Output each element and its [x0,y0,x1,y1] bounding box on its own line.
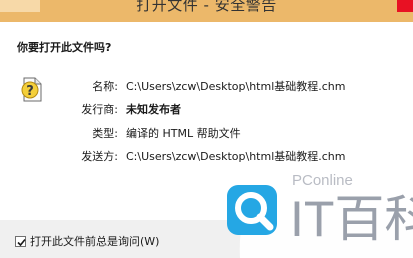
info-label-from: 发送方: [81,150,118,163]
always-ask-checkbox-label: 打开此文件前总是询问(W) [30,235,160,248]
close-button[interactable] [397,0,413,12]
title-bar[interactable]: 打开文件 - 安全警告 [0,0,413,22]
prompt-question: 你要打开此文件吗? [17,41,112,54]
info-value-name: C:\Users\zcw\Desktop\html基础教程.chm [126,80,346,93]
always-ask-checkbox[interactable] [15,235,26,247]
watermark: PConline IT百科 [210,158,413,258]
checkmark-icon [17,238,26,246]
search-magnifier-logo-icon [227,185,277,235]
info-value-type: 编译的 HTML 帮助文件 [126,127,241,140]
security-warning-dialog: 打开文件 - 安全警告 你要打开此文件吗? ? 名称: C:\Users\zcw… [0,0,413,258]
watermark-site-name: PConline [292,172,353,189]
window-title: 打开文件 - 安全警告 [136,0,277,14]
always-ask-checkbox-row[interactable]: 打开此文件前总是询问(W) [15,233,159,249]
info-label-type: 类型: [92,127,118,140]
watermark-brand: IT百科 [290,191,413,247]
info-value-publisher: 未知发布者 [126,103,181,116]
info-label-name: 名称: [92,80,118,93]
info-label-publisher: 发行商: [81,103,118,116]
